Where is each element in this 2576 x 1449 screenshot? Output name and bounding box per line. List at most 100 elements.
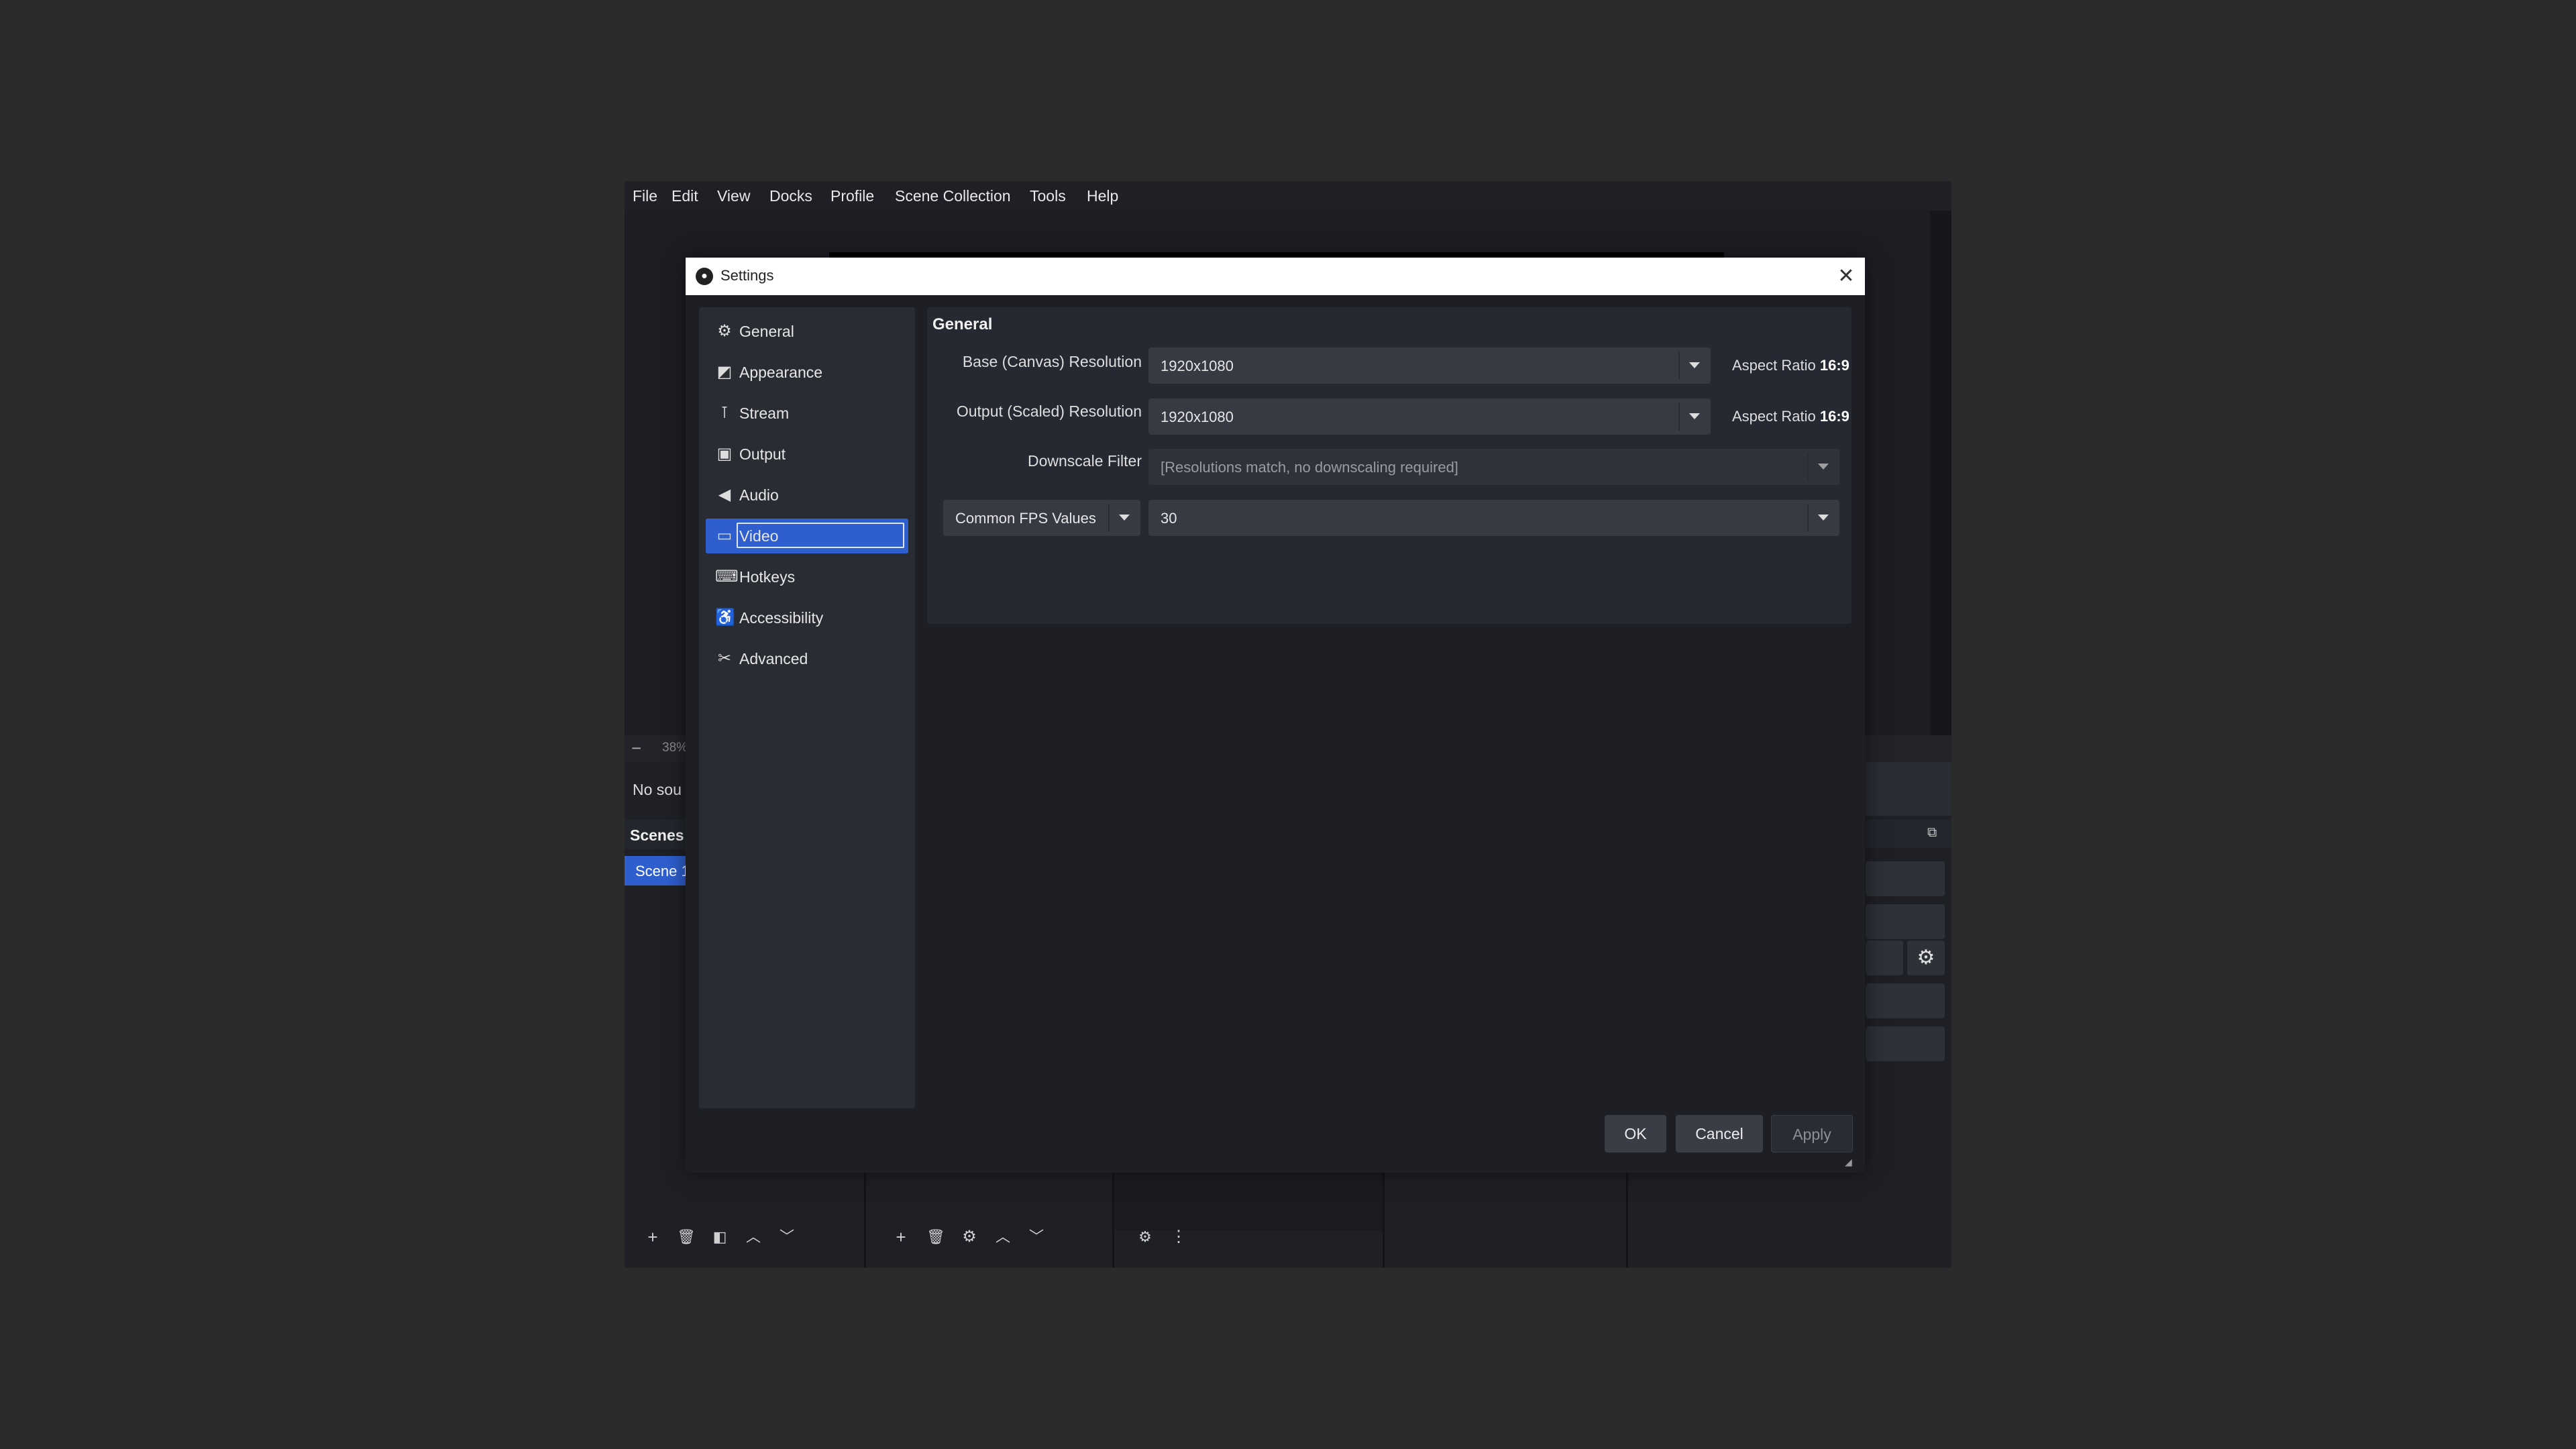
combo-separator [1108, 504, 1110, 532]
menu-bar: File Edit View Docks Profile Scene Colle… [625, 181, 1951, 211]
sidebar-item-label: Video [739, 527, 779, 545]
downscale-filter-combobox[interactable]: [Resolutions match, no downscaling requi… [1148, 449, 1839, 485]
chevron-down-icon[interactable] [1818, 464, 1829, 470]
antenna-icon: ⊺ [720, 404, 729, 422]
chevron-down-icon[interactable] [1689, 362, 1700, 368]
add-scene-icon[interactable]: + [639, 1224, 666, 1250]
scene-item-label: Scene 1 [635, 863, 690, 879]
output-aspect-ratio: Aspect Ratio 16:9 [1732, 408, 1849, 425]
menu-profile[interactable]: Profile [826, 181, 878, 211]
chevron-down-icon[interactable] [1119, 515, 1130, 521]
studio-mode-button[interactable] [1866, 983, 1945, 1018]
chevron-down-icon[interactable] [1818, 515, 1829, 521]
move-source-up-icon[interactable]: ︿ [989, 1224, 1016, 1250]
accessibility-icon: ♿ [715, 608, 735, 627]
combo-separator [1807, 453, 1809, 481]
fps-type-value: Common FPS Values [955, 510, 1096, 527]
settings-sidebar: ⚙ General ◩ Appearance ⊺ Stream ▣ Output… [699, 307, 915, 1108]
menu-view[interactable]: View [713, 181, 754, 211]
zoom-level: 38% [662, 741, 688, 755]
sidebar-item-accessibility[interactable]: ♿ Accessibility [706, 600, 908, 635]
sidebar-item-video[interactable]: ▭ Video [706, 519, 908, 553]
scene-filters-icon[interactable]: ◧ [706, 1224, 733, 1250]
speaker-icon: ◀ [718, 486, 731, 504]
preview-scrollbar[interactable] [1930, 211, 1951, 741]
sidebar-item-stream[interactable]: ⊺ Stream [706, 396, 908, 431]
sidebar-item-label: Advanced [739, 650, 808, 667]
sidebar-item-label: Hotkeys [739, 568, 796, 586]
controls-dock-header: ⧉ [1866, 820, 1951, 848]
sidebar-item-appearance[interactable]: ◩ Appearance [706, 355, 908, 390]
base-resolution-combobox[interactable]: 1920x1080 [1148, 347, 1711, 384]
sidebar-item-label: Stream [739, 405, 790, 422]
output-resolution-value: 1920x1080 [1161, 409, 1234, 425]
base-resolution-label: Base (Canvas) Resolution [962, 353, 1142, 370]
fps-type-combobox[interactable]: Common FPS Values [943, 500, 1140, 536]
zoom-out-icon[interactable]: − [631, 738, 641, 759]
move-scene-down-icon[interactable]: ﹀ [773, 1224, 800, 1250]
sidebar-item-label: Accessibility [739, 609, 824, 627]
settings-dialog: ● Settings ✕ ⚙ General ◩ Appearance ⊺ St… [686, 258, 1865, 1173]
menu-edit[interactable]: Edit [667, 181, 702, 211]
video-settings-group: General Base (Canvas) Resolution 1920x10… [927, 307, 1851, 624]
apply-button[interactable]: Apply [1771, 1115, 1853, 1152]
sidebar-item-audio[interactable]: ◀ Audio [706, 478, 908, 513]
base-resolution-value: 1920x1080 [1161, 358, 1234, 374]
sidebar-item-hotkeys[interactable]: ⌨ Hotkeys [706, 559, 908, 594]
chevron-down-icon[interactable] [1689, 413, 1700, 419]
cancel-button[interactable]: Cancel [1676, 1115, 1763, 1152]
combo-separator [1678, 352, 1680, 380]
aspect-ratio-prefix: Aspect Ratio [1732, 357, 1816, 374]
sidebar-item-general[interactable]: ⚙ General [706, 314, 908, 349]
menu-scene-collection[interactable]: Scene Collection [891, 181, 1015, 211]
menu-help[interactable]: Help [1083, 181, 1122, 211]
settings-button[interactable] [1866, 1026, 1945, 1061]
audio-mixer-menu-icon[interactable]: ⋮ [1165, 1224, 1192, 1250]
sidebar-item-label: Output [739, 445, 786, 463]
no-source-label: No sou [633, 781, 682, 798]
add-source-icon[interactable]: + [888, 1224, 914, 1250]
fps-value: 30 [1161, 510, 1177, 527]
dialog-title: Settings [720, 267, 774, 284]
undock-icon[interactable]: ⧉ [1927, 825, 1937, 841]
menu-tools[interactable]: Tools [1026, 181, 1070, 211]
sidebar-item-label: Audio [739, 486, 779, 504]
dialog-titlebar: ● Settings ✕ [686, 258, 1865, 295]
audio-advanced-properties-icon[interactable]: ⚙ [1132, 1224, 1159, 1250]
sidebar-item-output[interactable]: ▣ Output [706, 437, 908, 472]
appearance-icon: ◩ [716, 363, 733, 381]
monitor-icon: ▭ [716, 527, 733, 545]
resize-grip-icon[interactable]: ◢ [1845, 1157, 1856, 1167]
obs-logo-icon: ● [696, 268, 713, 285]
keyboard-icon: ⌨ [715, 568, 739, 586]
aspect-ratio-value: 16:9 [1819, 357, 1849, 374]
close-icon[interactable]: ✕ [1834, 263, 1858, 290]
tools-icon: ✂ [717, 649, 732, 667]
menu-docks[interactable]: Docks [765, 181, 816, 211]
start-streaming-button[interactable] [1866, 861, 1945, 896]
output-resolution-label: Output (Scaled) Resolution [956, 402, 1142, 420]
gear-icon: ⚙ [717, 322, 732, 340]
ok-button[interactable]: OK [1605, 1115, 1666, 1152]
base-aspect-ratio: Aspect Ratio 16:9 [1732, 357, 1849, 374]
output-resolution-combobox[interactable]: 1920x1080 [1148, 398, 1711, 435]
fps-value-combobox[interactable]: 30 [1148, 500, 1839, 536]
menu-file[interactable]: File [629, 181, 661, 211]
start-recording-button[interactable] [1866, 904, 1945, 939]
sidebar-item-advanced[interactable]: ✂ Advanced [706, 641, 908, 676]
output-icon: ▣ [716, 445, 733, 463]
downscale-filter-value: [Resolutions match, no downscaling requi… [1161, 459, 1458, 476]
aspect-ratio-value: 16:9 [1819, 408, 1849, 425]
remove-source-icon[interactable]: 🗑 [922, 1224, 949, 1250]
move-scene-up-icon[interactable]: ︿ [740, 1224, 767, 1250]
virtual-camera-button[interactable] [1866, 941, 1903, 975]
combo-separator [1678, 402, 1680, 431]
sidebar-item-label: General [739, 323, 794, 340]
move-source-down-icon[interactable]: ﹀ [1023, 1224, 1050, 1250]
section-title: General [932, 315, 993, 333]
scenes-dock-title: Scenes [630, 826, 684, 844]
source-properties-gear-icon[interactable]: ⚙ [956, 1224, 983, 1250]
virtual-camera-settings-gear-icon[interactable]: ⚙ [1907, 941, 1945, 975]
combo-separator [1807, 504, 1809, 532]
remove-scene-icon[interactable]: 🗑 [673, 1224, 700, 1250]
